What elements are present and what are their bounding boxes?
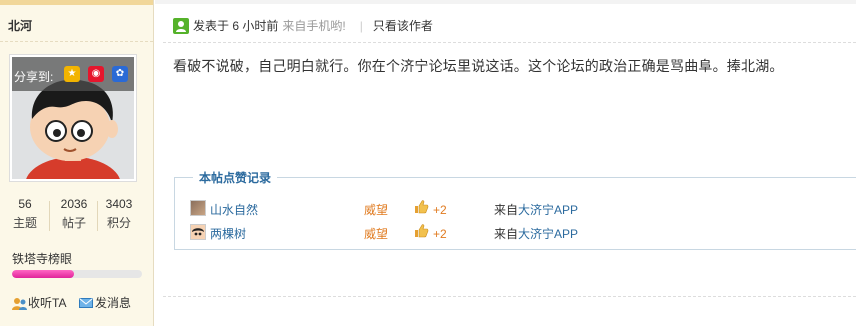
rating-type: 威望: [364, 227, 389, 241]
divider: [0, 41, 153, 42]
rating-score: +2: [433, 203, 447, 217]
stat-topics[interactable]: 56 主题: [3, 197, 47, 231]
post-meta: 发表于 6 小时前 来自手机哟! | 只看该作者: [173, 17, 433, 34]
rating-score: +2: [433, 227, 447, 241]
stat-points[interactable]: 3403 积分: [97, 197, 141, 231]
share-bar: 分享到: ★ ◉ ✿: [12, 57, 134, 91]
author-name[interactable]: 北河: [8, 17, 32, 34]
thumbs-up-icon: [413, 199, 429, 215]
user-rank[interactable]: 铁塔寺榜眼: [12, 250, 72, 267]
post-top-border: [155, 0, 856, 4]
rating-type: 威望: [364, 203, 389, 217]
message-label: 发消息: [95, 296, 132, 310]
qzone-icon[interactable]: ★: [64, 66, 80, 82]
avatar[interactable]: [190, 200, 206, 216]
source-prefix: 来自: [494, 203, 519, 217]
only-author-link[interactable]: 只看该作者: [373, 17, 433, 34]
rank-progress-fill: [12, 270, 75, 278]
rating-source: 来自大济宁APP: [494, 201, 578, 218]
stat-label: 主题: [12, 216, 37, 230]
follow-label: 收听TA: [28, 296, 67, 310]
post-main: 发表于 6 小时前 来自手机哟! | 只看该作者 看破不说破，自己明白就行。你在…: [155, 0, 856, 326]
author-stats: 56 主题 2036 帖子 3403 积分: [0, 197, 153, 237]
rating-row: 两棵树 威望 +2 来自大济宁APP: [190, 223, 790, 241]
avatar[interactable]: 分享到: ★ ◉ ✿: [9, 54, 137, 182]
send-message-button[interactable]: 发消息: [79, 294, 131, 311]
avatar[interactable]: [190, 224, 206, 240]
post-content: 看破不说破，自己明白就行。你在个济宁论坛里说这话。这个论坛的政治正确是骂曲阜。捧…: [173, 58, 784, 74]
stat-label: 帖子: [61, 216, 86, 230]
stat-value: 56: [18, 197, 32, 211]
stat-posts[interactable]: 2036 帖子: [52, 197, 96, 231]
sidebar-top-border: [0, 0, 153, 5]
stat-value: 2036: [60, 197, 88, 211]
online-status-icon: [173, 17, 189, 34]
rater-name[interactable]: 山水自然: [210, 201, 258, 218]
rater-name[interactable]: 两棵树: [210, 225, 246, 242]
share-label: 分享到:: [14, 70, 54, 84]
rank-progress-bar: [12, 270, 142, 278]
rating-record-box: 本帖点赞记录 山水自然 威望 +2 来自大济宁APP 两棵树 威望 +2 来自大…: [174, 169, 856, 250]
source-app-link[interactable]: 大济宁APP: [518, 203, 578, 217]
post-time: 发表于 6 小时前: [193, 19, 279, 33]
stat-divider: [49, 201, 50, 231]
stat-label: 积分: [106, 216, 131, 230]
source-prefix: 来自: [494, 227, 519, 241]
mail-icon: [79, 297, 93, 309]
rating-row: 山水自然 威望 +2 来自大济宁APP: [190, 199, 790, 217]
author-sidebar: 北河 分享到: ★ ◉ ✿ 56 主题 2036 帖子 3403 积分 铁塔寺榜…: [0, 0, 154, 326]
rating-title: 本帖点赞记录: [193, 169, 278, 186]
divider: [163, 42, 856, 43]
meta-separator: |: [359, 18, 363, 33]
stat-value: 3403: [105, 197, 133, 211]
avatar-image: 分享到: ★ ◉ ✿: [12, 57, 134, 179]
source-app-link[interactable]: 大济宁APP: [518, 227, 578, 241]
post-source[interactable]: 来自手机哟!: [282, 17, 345, 34]
thumbs-up-icon: [413, 223, 429, 239]
baidu-icon[interactable]: ✿: [112, 66, 128, 82]
rating-source: 来自大济宁APP: [494, 225, 578, 242]
follow-icon: [12, 297, 27, 310]
divider: [163, 296, 856, 297]
follow-button[interactable]: 收听TA: [12, 294, 66, 311]
weibo-icon[interactable]: ◉: [88, 66, 104, 82]
